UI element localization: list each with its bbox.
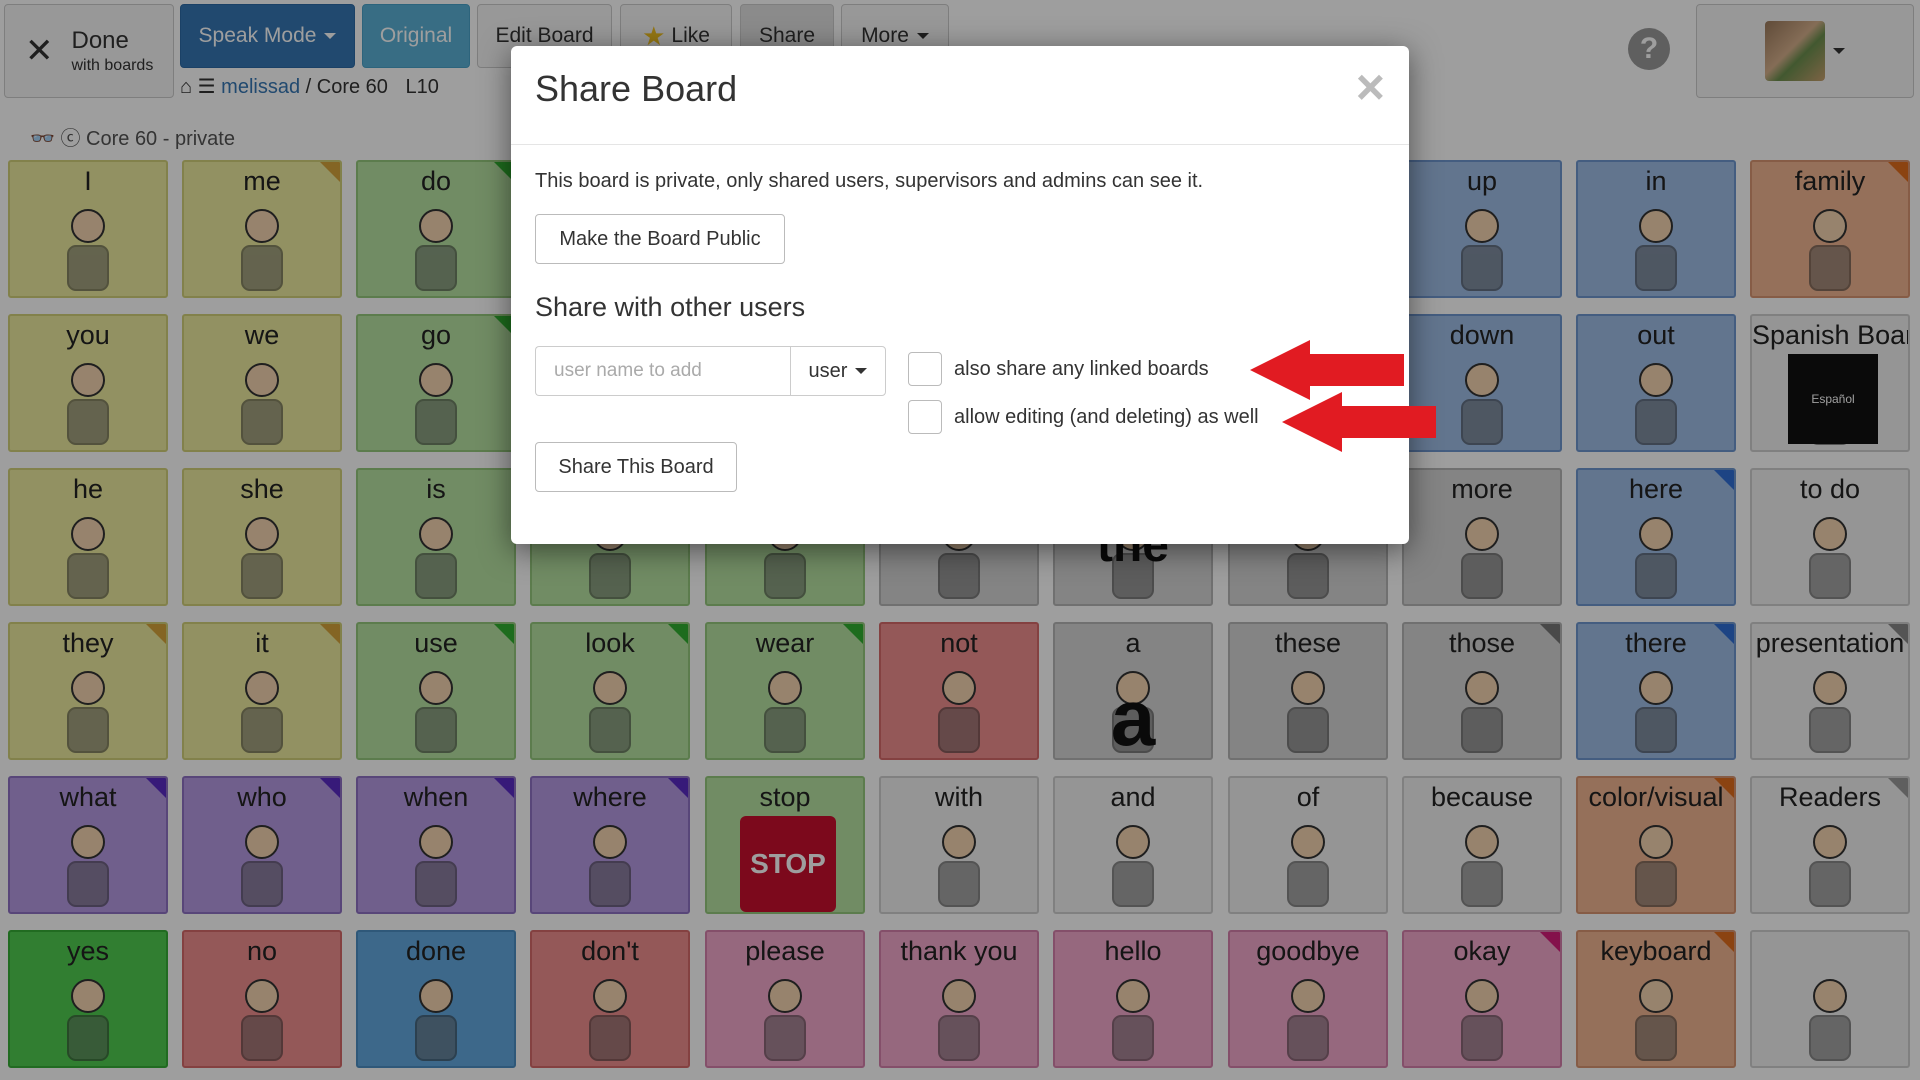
privacy-text: This board is private, only shared users… bbox=[535, 170, 1204, 192]
dialog-title: Share Board bbox=[535, 68, 738, 109]
share-board-dialog: Share Board × This board is private, onl… bbox=[511, 46, 1409, 544]
chevron-down-icon bbox=[855, 368, 868, 374]
make-public-button[interactable]: Make the Board Public bbox=[535, 214, 785, 264]
allow-editing-checkbox[interactable] bbox=[908, 400, 942, 434]
annotation-arrow-left-icon bbox=[1282, 392, 1436, 452]
share-heading: Share with other users bbox=[535, 292, 806, 322]
dialog-divider bbox=[511, 144, 1409, 145]
share-this-board-label: Share This Board bbox=[558, 455, 714, 478]
user-name-input[interactable] bbox=[535, 346, 790, 396]
app-page: ✕ Done with boards Speak Mode Original E… bbox=[0, 0, 1920, 1080]
close-icon[interactable]: × bbox=[1356, 58, 1385, 116]
user-type-value: user bbox=[808, 359, 848, 382]
make-public-label: Make the Board Public bbox=[559, 227, 761, 250]
linked-boards-label: also share any linked boards bbox=[954, 358, 1209, 380]
user-type-select[interactable]: user bbox=[790, 346, 886, 396]
annotation-arrow-left-icon bbox=[1250, 340, 1404, 400]
allow-editing-label: allow editing (and deleting) as well bbox=[954, 406, 1259, 428]
linked-boards-checkbox[interactable] bbox=[908, 352, 942, 386]
share-this-board-button[interactable]: Share This Board bbox=[535, 442, 737, 492]
